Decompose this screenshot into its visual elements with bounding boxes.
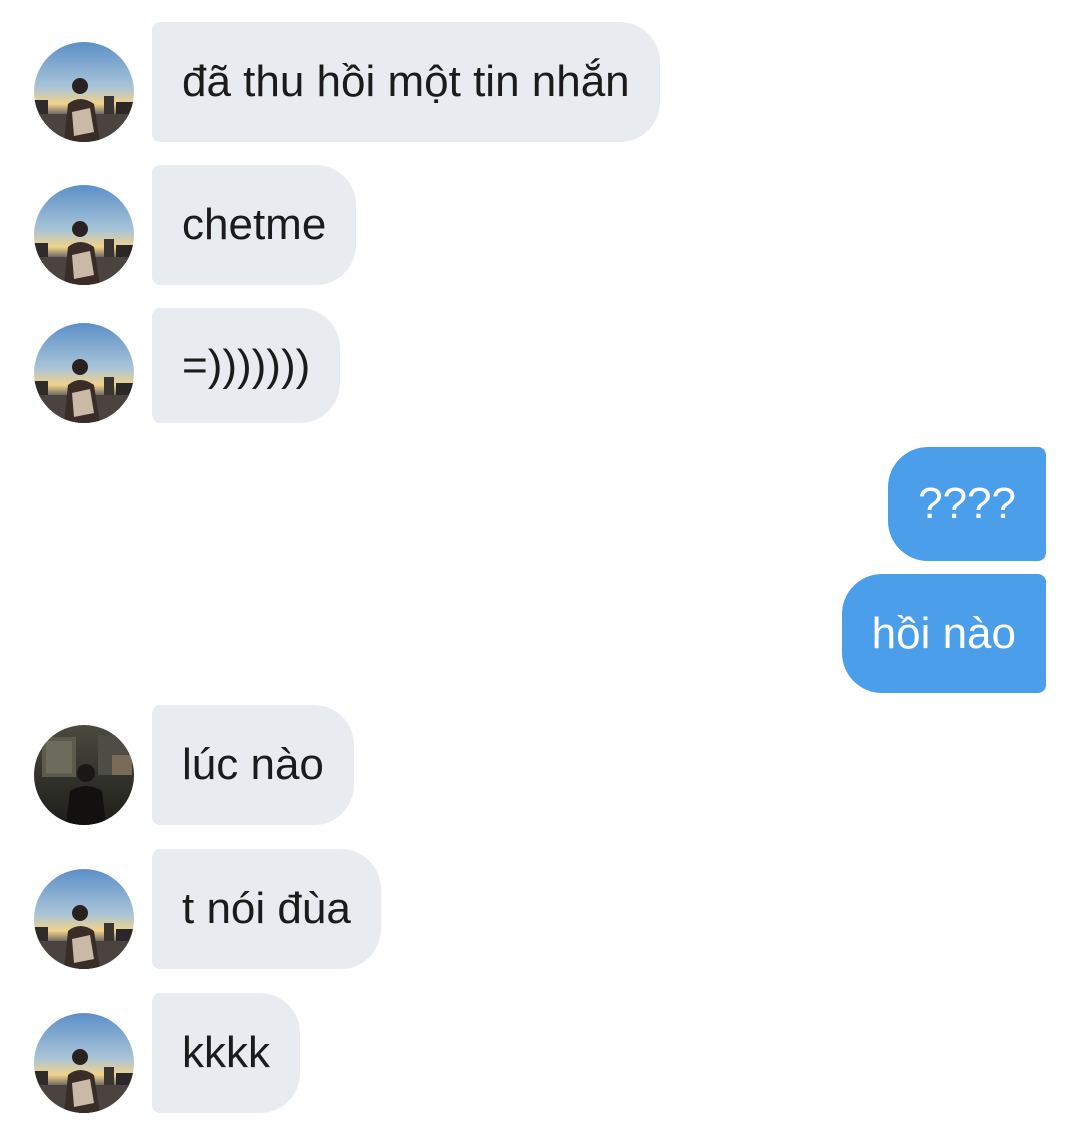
message-row: lúc nào (0, 705, 1080, 825)
incoming-message-bubble[interactable]: kkkk (152, 993, 300, 1113)
sunset-city-avatar-icon (34, 185, 134, 285)
sunset-city-avatar-icon (34, 323, 134, 423)
message-row: =))))))) (0, 308, 1080, 423)
message-row: hồi nào (0, 574, 1080, 693)
outgoing-message-bubble[interactable]: ???? (888, 447, 1046, 561)
sunset-city-avatar-icon (34, 1013, 134, 1113)
avatar[interactable] (34, 42, 134, 142)
message-row: chetme (0, 165, 1080, 285)
avatar[interactable] (34, 185, 134, 285)
incoming-message-bubble[interactable]: t nói đùa (152, 849, 381, 969)
avatar[interactable] (34, 323, 134, 423)
message-row: đã thu hồi một tin nhắn (0, 22, 1080, 142)
avatar[interactable] (34, 725, 134, 825)
avatar[interactable] (34, 869, 134, 969)
outgoing-message-bubble[interactable]: hồi nào (841, 574, 1046, 693)
message-row: ???? (0, 447, 1080, 561)
message-row: kkkk (0, 993, 1080, 1113)
chat-thread: đã thu hồi một tin nhắn chetme =))))))) … (0, 0, 1080, 1128)
incoming-message-bubble[interactable]: =))))))) (152, 308, 341, 423)
incoming-message-bubble[interactable]: lúc nào (152, 705, 354, 825)
dark-room-avatar-icon (34, 725, 134, 825)
sunset-city-avatar-icon (34, 869, 134, 969)
message-row: t nói đùa (0, 849, 1080, 969)
incoming-message-bubble[interactable]: chetme (152, 165, 357, 285)
sunset-city-avatar-icon (34, 42, 134, 142)
avatar[interactable] (34, 1013, 134, 1113)
incoming-message-bubble[interactable]: đã thu hồi một tin nhắn (152, 22, 660, 142)
